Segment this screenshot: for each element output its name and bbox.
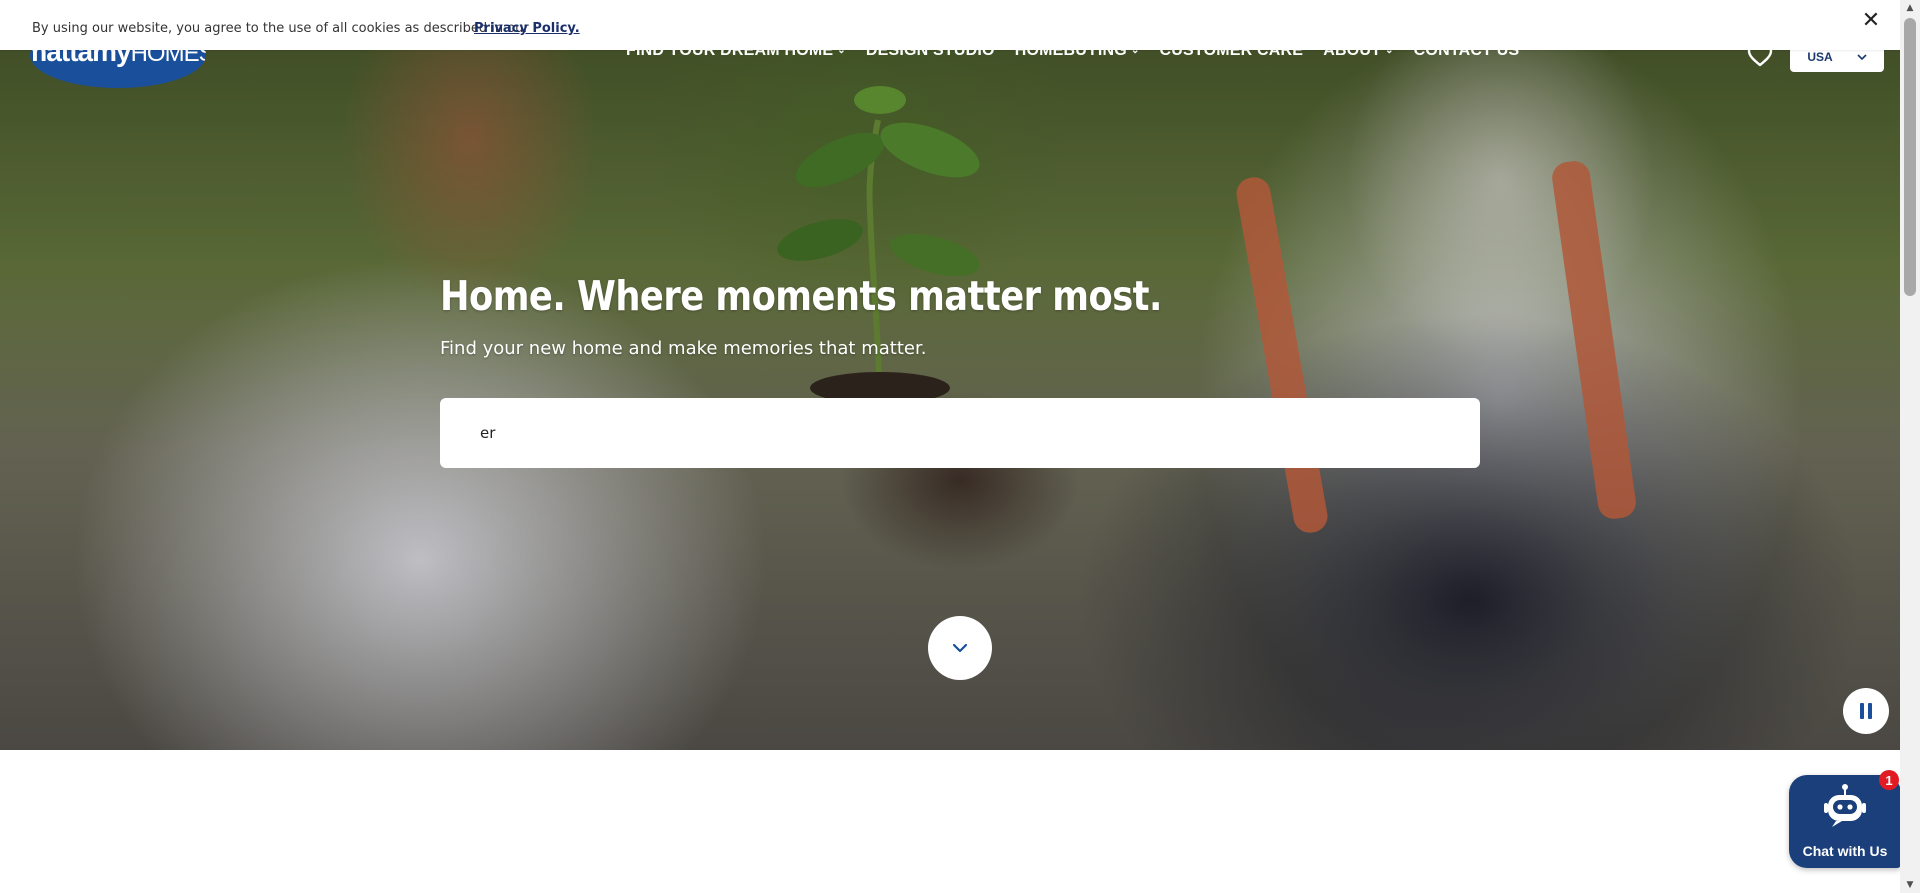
search-input[interactable]: [480, 398, 1460, 468]
chat-notification-badge: 1: [1879, 770, 1899, 790]
cookie-banner-text: By using our website, you agree to the u…: [32, 21, 529, 36]
hero-subtitle: Find your new home and make memories tha…: [440, 338, 927, 359]
scrollbar-thumb[interactable]: [1904, 18, 1916, 296]
search-box: [440, 398, 1480, 468]
country-select-value: USA: [1807, 50, 1833, 64]
chatbot-icon: [1824, 784, 1866, 827]
cookie-banner: By using our website, you agree to the u…: [0, 0, 1900, 50]
scroll-up-arrow-icon[interactable]: ▲: [1900, 0, 1920, 16]
pause-button[interactable]: [1843, 688, 1889, 734]
chat-label: Chat with Us: [1802, 843, 1888, 859]
scroll-down-button[interactable]: [928, 616, 992, 680]
chevron-down-icon: [952, 643, 968, 653]
hero-title: Home. Where moments matter most.: [440, 272, 1162, 320]
pause-icon: [1860, 703, 1864, 719]
pause-icon: [1868, 703, 1872, 719]
scroll-down-arrow-icon[interactable]: ▼: [1900, 877, 1920, 893]
close-icon[interactable]: ✕: [1860, 10, 1882, 32]
privacy-policy-link[interactable]: Privacy Policy.: [474, 21, 580, 36]
chevron-down-icon: [1857, 53, 1867, 60]
apron-strap: [1550, 159, 1638, 521]
apron-strap: [1234, 174, 1330, 536]
page-scrollbar[interactable]: ▲ ▼: [1900, 0, 1920, 893]
